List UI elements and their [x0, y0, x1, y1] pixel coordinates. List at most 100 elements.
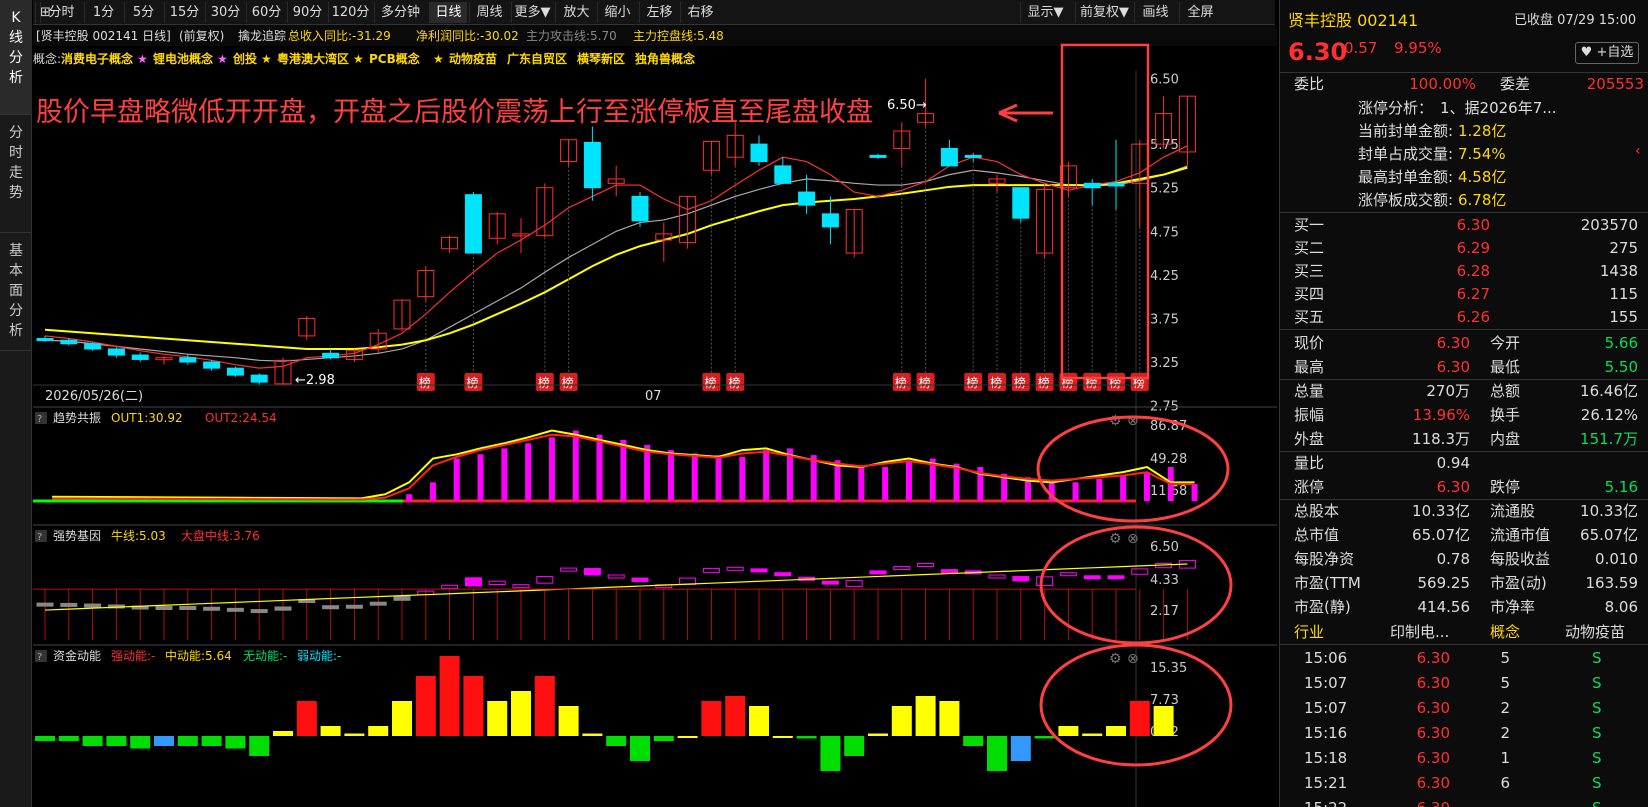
limit-analysis-row: 涨停板成交额: 6.78亿 [1358, 191, 1507, 209]
toolbar-item-3[interactable]: 15分 [164, 2, 204, 23]
toolbar-item-19[interactable]: 全屏 [1179, 2, 1221, 23]
candle-body [84, 343, 102, 350]
concept-item: PCB概念 [369, 51, 420, 66]
y-tick: 4.25 [1150, 269, 1179, 284]
bid-row: 买五 6.26 155 [1294, 308, 1638, 326]
stat-row: 总市值 65.07亿 流通市值 65.07亿 [1294, 526, 1638, 544]
toolbar-item-10[interactable]: 周线 [469, 2, 509, 23]
gene-bar [869, 570, 887, 575]
gene-bar [84, 603, 102, 608]
candle-body [1083, 182, 1101, 189]
candle-body [583, 141, 601, 189]
collapse-arrow-icon[interactable]: ‹ [1635, 143, 1648, 163]
gene-bar [583, 568, 601, 576]
help-icon-text: ? [37, 652, 42, 663]
nav-tab-kline[interactable]: K线分析 [0, 0, 32, 115]
toolbar-item-1[interactable]: 1分 [84, 2, 122, 23]
gene-bar [393, 595, 411, 601]
candle-body [250, 374, 268, 383]
kline-chart[interactable]: [贤丰控股 002141 日线] (前复权) 擒龙追踪 总收入同比:-31.29 净利润… [33, 25, 1277, 807]
gene-bar [345, 604, 363, 609]
panel-legend: 弱动能:- [297, 649, 341, 663]
toolbar-item-18[interactable]: 画线 [1134, 2, 1176, 23]
trend-bar [715, 455, 722, 501]
nav-tab-fundamental[interactable]: 基本面分析 [0, 233, 32, 351]
y-tick: 4.33 [1150, 573, 1179, 588]
candle-body [940, 147, 958, 167]
limit-analysis-row: 当前封单金额: 1.28亿 [1358, 122, 1507, 140]
home-icon[interactable]: ⊞ [35, 2, 55, 23]
trend-bar [1072, 482, 1079, 501]
momentum-bar [344, 733, 365, 736]
stat-row: 总股本 10.33亿 流通股 10.33亿 [1294, 502, 1638, 520]
gene-bar [1036, 576, 1054, 587]
toolbar-item-17[interactable]: 前复权▼ [1075, 2, 1133, 23]
trend-bar [810, 455, 817, 501]
candle-body [1107, 182, 1125, 187]
highlight-ellipse [1036, 415, 1230, 523]
concept-item: 动物疫苗 [449, 51, 497, 66]
gene-bar [60, 602, 78, 607]
momentum-bar [1058, 726, 1079, 736]
stat-row: 振幅 13.96% 换手 26.12% [1294, 406, 1638, 424]
gene-bar [36, 602, 54, 607]
toolbar-item-14[interactable]: 左移 [639, 2, 679, 23]
bang-label: 榜 [1038, 375, 1050, 390]
highlight-box [1060, 43, 1150, 380]
momentum-bar [844, 736, 865, 756]
bang-label: 榜 [562, 375, 574, 390]
trend-bar [739, 456, 746, 501]
candle-body [1012, 187, 1030, 219]
star-icon: ★ [217, 52, 228, 66]
toolbar-item-15[interactable]: 右移 [680, 2, 720, 23]
momentum-bar [963, 736, 984, 746]
toolbar-item-7[interactable]: 120分 [328, 2, 372, 23]
gear-icon: ⚙ [1109, 651, 1122, 667]
trend-bar [453, 458, 460, 501]
stat-row: 市盈(TTM 569.25 市盈(动) 163.59 [1294, 574, 1638, 592]
gene-bar [226, 607, 244, 612]
gene-bar [536, 576, 554, 584]
momentum-bar [820, 736, 841, 771]
momentum-bar [201, 736, 222, 746]
bid-row: 买二 6.29 275 [1294, 239, 1638, 257]
gene-bar [274, 606, 292, 611]
toolbar-item-16[interactable]: 显示▼ [1020, 2, 1070, 23]
candle-body [131, 354, 149, 360]
trend-bar [1096, 478, 1103, 501]
momentum-bar [82, 736, 103, 746]
gene-bar [845, 579, 863, 587]
weibi-row: 委比 100.00% 委差 205553 [1294, 75, 1644, 93]
momentum-bar [1082, 733, 1103, 736]
gene-bar [322, 605, 340, 610]
toolbar-item-6[interactable]: 90分 [287, 2, 327, 23]
toolbar-item-4[interactable]: 30分 [205, 2, 245, 23]
toolbar-item-12[interactable]: 放大 [555, 2, 597, 23]
watchlist-button[interactable]: ♥ +自选 [1575, 42, 1639, 64]
momentum-bar [939, 701, 960, 736]
momentum-bar [392, 701, 412, 736]
toolbar-item-9[interactable]: 日线 [429, 2, 467, 23]
trend-bar [477, 454, 484, 501]
low-price-label: ←2.98 [295, 373, 335, 388]
stat-row: 外盘 118.3万 内盘 151.7万 [1294, 430, 1638, 448]
candle-body [869, 154, 887, 158]
candle-body [226, 367, 244, 376]
candle-body [750, 143, 768, 163]
gene-bar [1059, 572, 1077, 577]
toolbar-item-2[interactable]: 5分 [124, 2, 162, 23]
toolbar-item-5[interactable]: 60分 [246, 2, 286, 23]
y-tick: 15.35 [1150, 661, 1187, 676]
bang-label: 榜 [538, 375, 550, 390]
star-icon: ★ [137, 52, 148, 66]
toolbar-item-13[interactable]: 缩小 [597, 2, 637, 23]
bang-label: 榜 [990, 375, 1002, 390]
stat-row: 每股净资 0.78 每股收益 0.010 [1294, 550, 1638, 568]
toolbar-item-8[interactable]: 多分钟 [374, 2, 426, 23]
nav-tab-intraday[interactable]: 分时走势 [0, 115, 32, 233]
panel-name: 趋势共振 [53, 411, 101, 425]
panel-name: 资金动能 [53, 648, 101, 663]
toolbar-item-11[interactable]: 更多▼ [511, 2, 553, 23]
gene-bar [702, 567, 720, 573]
y-tick: 5.25 [1150, 182, 1179, 197]
